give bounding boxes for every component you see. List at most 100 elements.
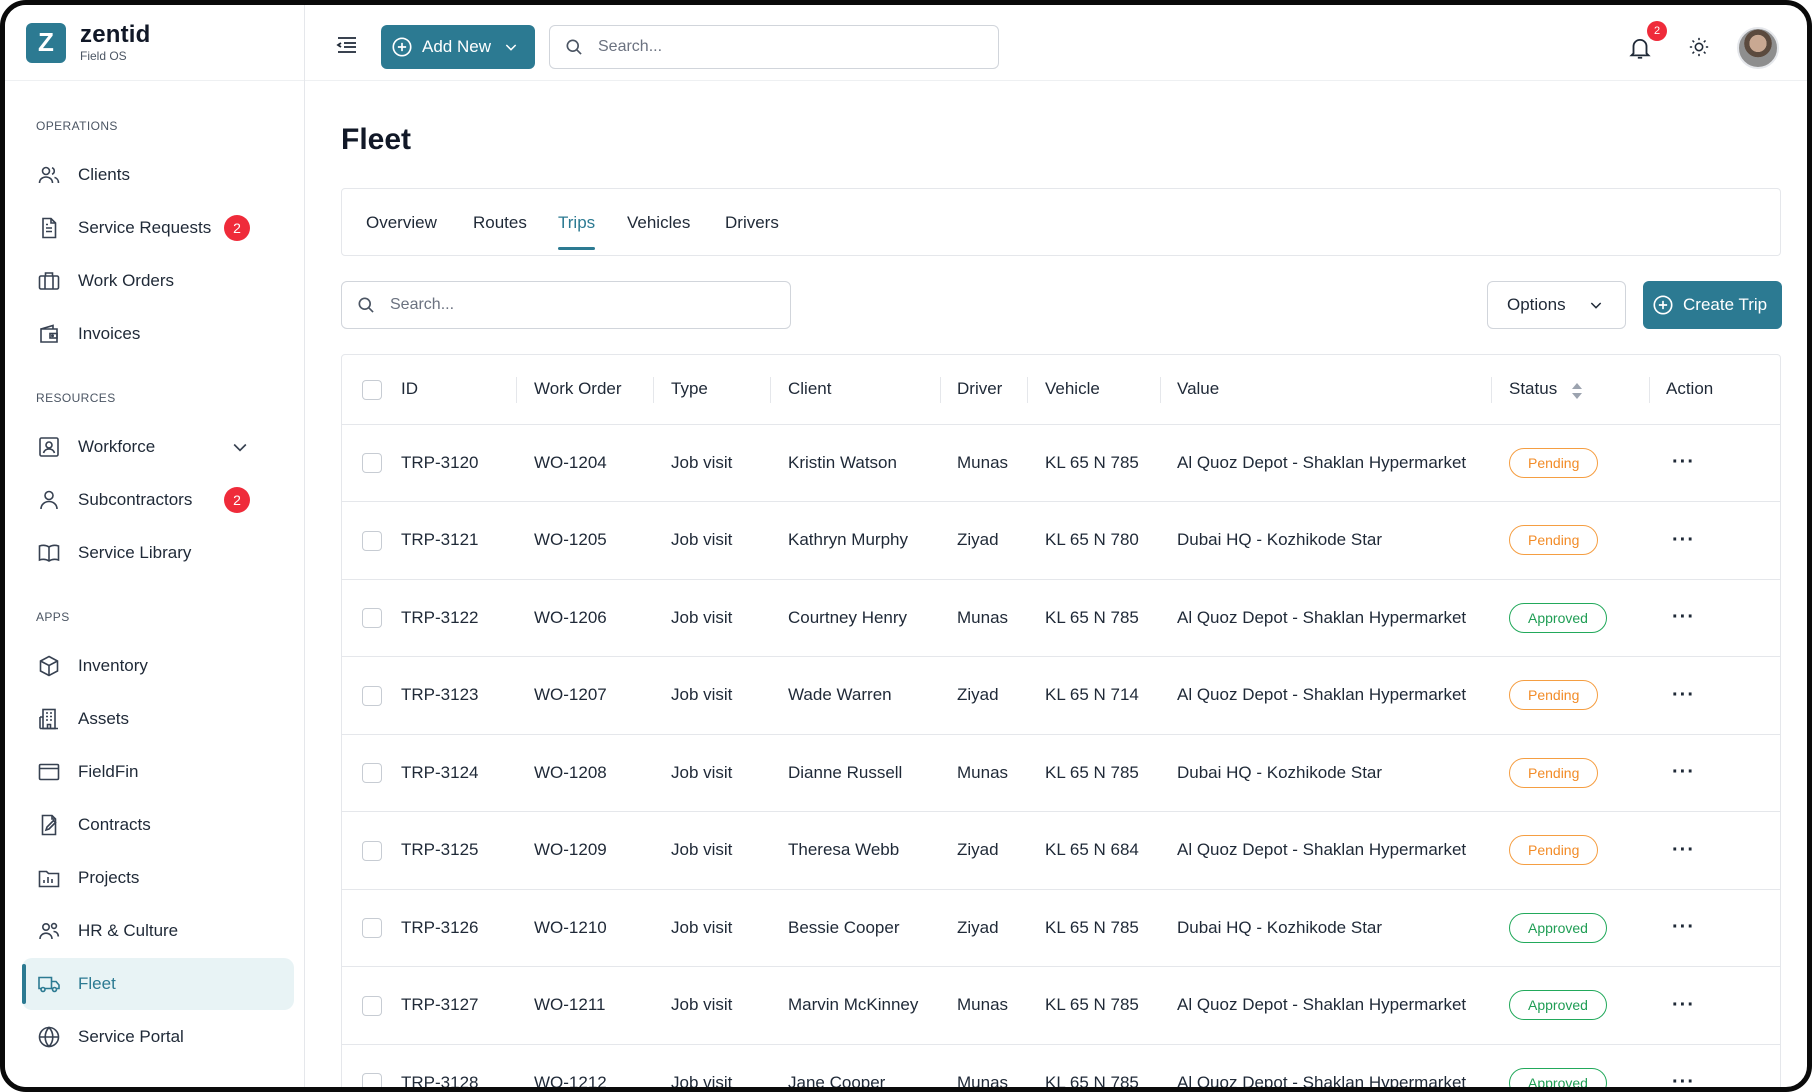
table-search-input[interactable] xyxy=(390,296,770,314)
sidebar-item-service-portal[interactable]: Service Portal xyxy=(22,1011,294,1063)
sort-icon[interactable] xyxy=(1571,382,1583,400)
column-header-driver[interactable]: Driver xyxy=(940,355,1027,424)
table-row[interactable]: TRP-3124 WO-1208 Job visit Dianne Russell Mu… xyxy=(342,734,1780,812)
row-checkbox[interactable] xyxy=(362,840,382,861)
sidebar-item-projects[interactable]: Projects xyxy=(22,852,294,904)
work-order[interactable]: WO-1211 xyxy=(516,967,653,1045)
sidebar-item-clients[interactable]: Clients xyxy=(22,149,294,201)
chevron-down-icon[interactable] xyxy=(230,437,250,457)
trip-value: Dubai HQ - Kozhikode Star xyxy=(1177,762,1383,782)
table-row[interactable]: TRP-3123 WO-1207 Job visit Wade Warren Ziyad… xyxy=(342,657,1780,735)
sidebar-item-assets[interactable]: Assets xyxy=(22,693,294,745)
work-order[interactable]: WO-1205 xyxy=(516,502,653,580)
more-actions-icon[interactable]: ··· xyxy=(1672,684,1695,706)
table-row[interactable]: TRP-3127 WO-1211 Job visit Marvin McKinney M… xyxy=(342,967,1780,1045)
table-search[interactable] xyxy=(341,281,791,329)
column-header-vehicle[interactable]: Vehicle xyxy=(1027,355,1160,424)
sidebar-item-service-library[interactable]: Service Library xyxy=(22,527,294,579)
tab-routes[interactable]: Routes xyxy=(473,213,527,233)
vehicle-number: KL 65 N 780 xyxy=(1045,530,1139,550)
row-checkbox[interactable] xyxy=(362,608,382,628)
sidebar-item-fieldfin[interactable]: FieldFin xyxy=(22,746,294,798)
table-row[interactable]: TRP-3122 WO-1206 Job visit Courtney Henry Mu… xyxy=(342,579,1780,657)
trip-value: Dubai HQ - Kozhikode Star xyxy=(1177,530,1383,550)
global-search[interactable] xyxy=(549,25,999,69)
table-row[interactable]: TRP-3125 WO-1209 Job visit Theresa Webb Ziya… xyxy=(342,812,1780,890)
row-checkbox[interactable] xyxy=(362,530,382,551)
column-header-work-order[interactable]: Work Order xyxy=(516,355,653,424)
row-checkbox[interactable] xyxy=(362,453,382,473)
trip-type: Job visit xyxy=(671,995,733,1015)
bell-icon[interactable] xyxy=(1627,35,1653,61)
work-order[interactable]: WO-1209 xyxy=(516,812,653,890)
global-search-input[interactable] xyxy=(598,38,978,56)
sidebar-item-label: Service Portal xyxy=(78,1027,184,1046)
row-checkbox[interactable] xyxy=(362,763,382,783)
column-header-value[interactable]: Value xyxy=(1160,355,1491,424)
trip-type: Job visit xyxy=(671,840,733,860)
app-window: Z zentid Field OS OPERATIONS Clients Ser… xyxy=(0,0,1812,1092)
sidebar-item-work-orders[interactable]: Work Orders xyxy=(22,255,294,307)
tab-drivers[interactable]: Drivers xyxy=(725,213,779,233)
tab-trips[interactable]: Trips xyxy=(558,213,596,250)
sidebar-item-fleet[interactable]: Fleet xyxy=(22,958,294,1010)
row-checkbox[interactable] xyxy=(362,685,382,706)
sidebar-item-subcontractors[interactable]: Subcontractors 2 xyxy=(22,474,294,526)
more-actions-icon[interactable]: ··· xyxy=(1672,839,1695,861)
sidebar-item-invoices[interactable]: Invoices xyxy=(22,308,294,360)
more-actions-icon[interactable]: ··· xyxy=(1672,1071,1695,1087)
row-checkbox[interactable] xyxy=(362,918,382,938)
row-checkbox[interactable] xyxy=(362,995,382,1016)
work-order[interactable]: WO-1212 xyxy=(516,1044,653,1087)
sidebar-item-label: Inventory xyxy=(78,656,148,675)
trip-type: Job visit xyxy=(671,530,733,550)
building-icon xyxy=(36,706,62,732)
options-dropdown[interactable]: Options xyxy=(1487,281,1626,329)
vehicle-number: KL 65 N 714 xyxy=(1045,685,1139,705)
client-name: Theresa Webb xyxy=(788,840,900,860)
sidebar-item-contracts[interactable]: Contracts xyxy=(22,799,294,851)
briefcase-icon xyxy=(36,268,62,294)
more-actions-icon[interactable]: ··· xyxy=(1672,451,1695,473)
sidebar-item-inventory[interactable]: Inventory xyxy=(22,640,294,692)
client-name: Kathryn Murphy xyxy=(788,530,908,550)
sidebar-item-label: Fleet xyxy=(78,974,116,993)
tab-vehicles[interactable]: Vehicles xyxy=(627,213,690,233)
sidebar-item-workforce[interactable]: Workforce xyxy=(22,421,294,473)
theme-toggle-icon[interactable] xyxy=(1688,36,1710,58)
client-name: Courtney Henry xyxy=(788,607,908,627)
column-header-client[interactable]: Client xyxy=(770,355,940,424)
tab-overview[interactable]: Overview xyxy=(366,213,437,233)
work-order[interactable]: WO-1210 xyxy=(516,889,653,967)
table-row[interactable]: TRP-3128 WO-1212 Job visit Jane Cooper Munas… xyxy=(342,1044,1780,1087)
sidebar: Z zentid Field OS OPERATIONS Clients Ser… xyxy=(5,5,305,1087)
column-header-status[interactable]: Status xyxy=(1491,355,1649,424)
avatar[interactable] xyxy=(1737,27,1779,69)
trip-type: Job visit xyxy=(671,917,733,937)
work-order[interactable]: WO-1204 xyxy=(516,424,653,502)
table-row[interactable]: TRP-3120 WO-1204 Job visit Kristin Watson Mu… xyxy=(342,424,1780,502)
row-checkbox[interactable] xyxy=(362,1073,382,1087)
column-header-id[interactable]: ID xyxy=(401,355,516,424)
column-header-type[interactable]: Type xyxy=(653,355,770,424)
table-row[interactable]: TRP-3121 WO-1205 Job visit Kathryn Murphy Zi… xyxy=(342,502,1780,580)
more-actions-icon[interactable]: ··· xyxy=(1672,761,1695,783)
more-actions-icon[interactable]: ··· xyxy=(1672,994,1695,1016)
trip-value: Dubai HQ - Kozhikode Star xyxy=(1177,917,1383,937)
more-actions-icon[interactable]: ··· xyxy=(1672,529,1695,551)
work-order[interactable]: WO-1208 xyxy=(516,734,653,812)
work-order[interactable]: WO-1206 xyxy=(516,579,653,657)
select-all-checkbox[interactable] xyxy=(362,379,382,400)
status-badge: Pending xyxy=(1509,447,1599,478)
collapse-menu-icon[interactable] xyxy=(335,33,359,57)
sidebar-item-hr-culture[interactable]: HR & Culture xyxy=(22,905,294,957)
sidebar-item-service-requests[interactable]: Service Requests 2 xyxy=(22,202,294,254)
more-actions-icon[interactable]: ··· xyxy=(1672,606,1695,628)
work-order[interactable]: WO-1207 xyxy=(516,657,653,735)
add-new-button[interactable]: Add New xyxy=(381,25,535,69)
create-trip-button[interactable]: Create Trip xyxy=(1643,281,1782,329)
table-row[interactable]: TRP-3126 WO-1210 Job visit Bessie Cooper Ziy… xyxy=(342,889,1780,967)
table-header-row: ID Work Order Type Client Driver Vehicle… xyxy=(342,355,1780,424)
more-actions-icon[interactable]: ··· xyxy=(1672,916,1695,938)
logo[interactable]: Z zentid Field OS xyxy=(5,5,304,81)
